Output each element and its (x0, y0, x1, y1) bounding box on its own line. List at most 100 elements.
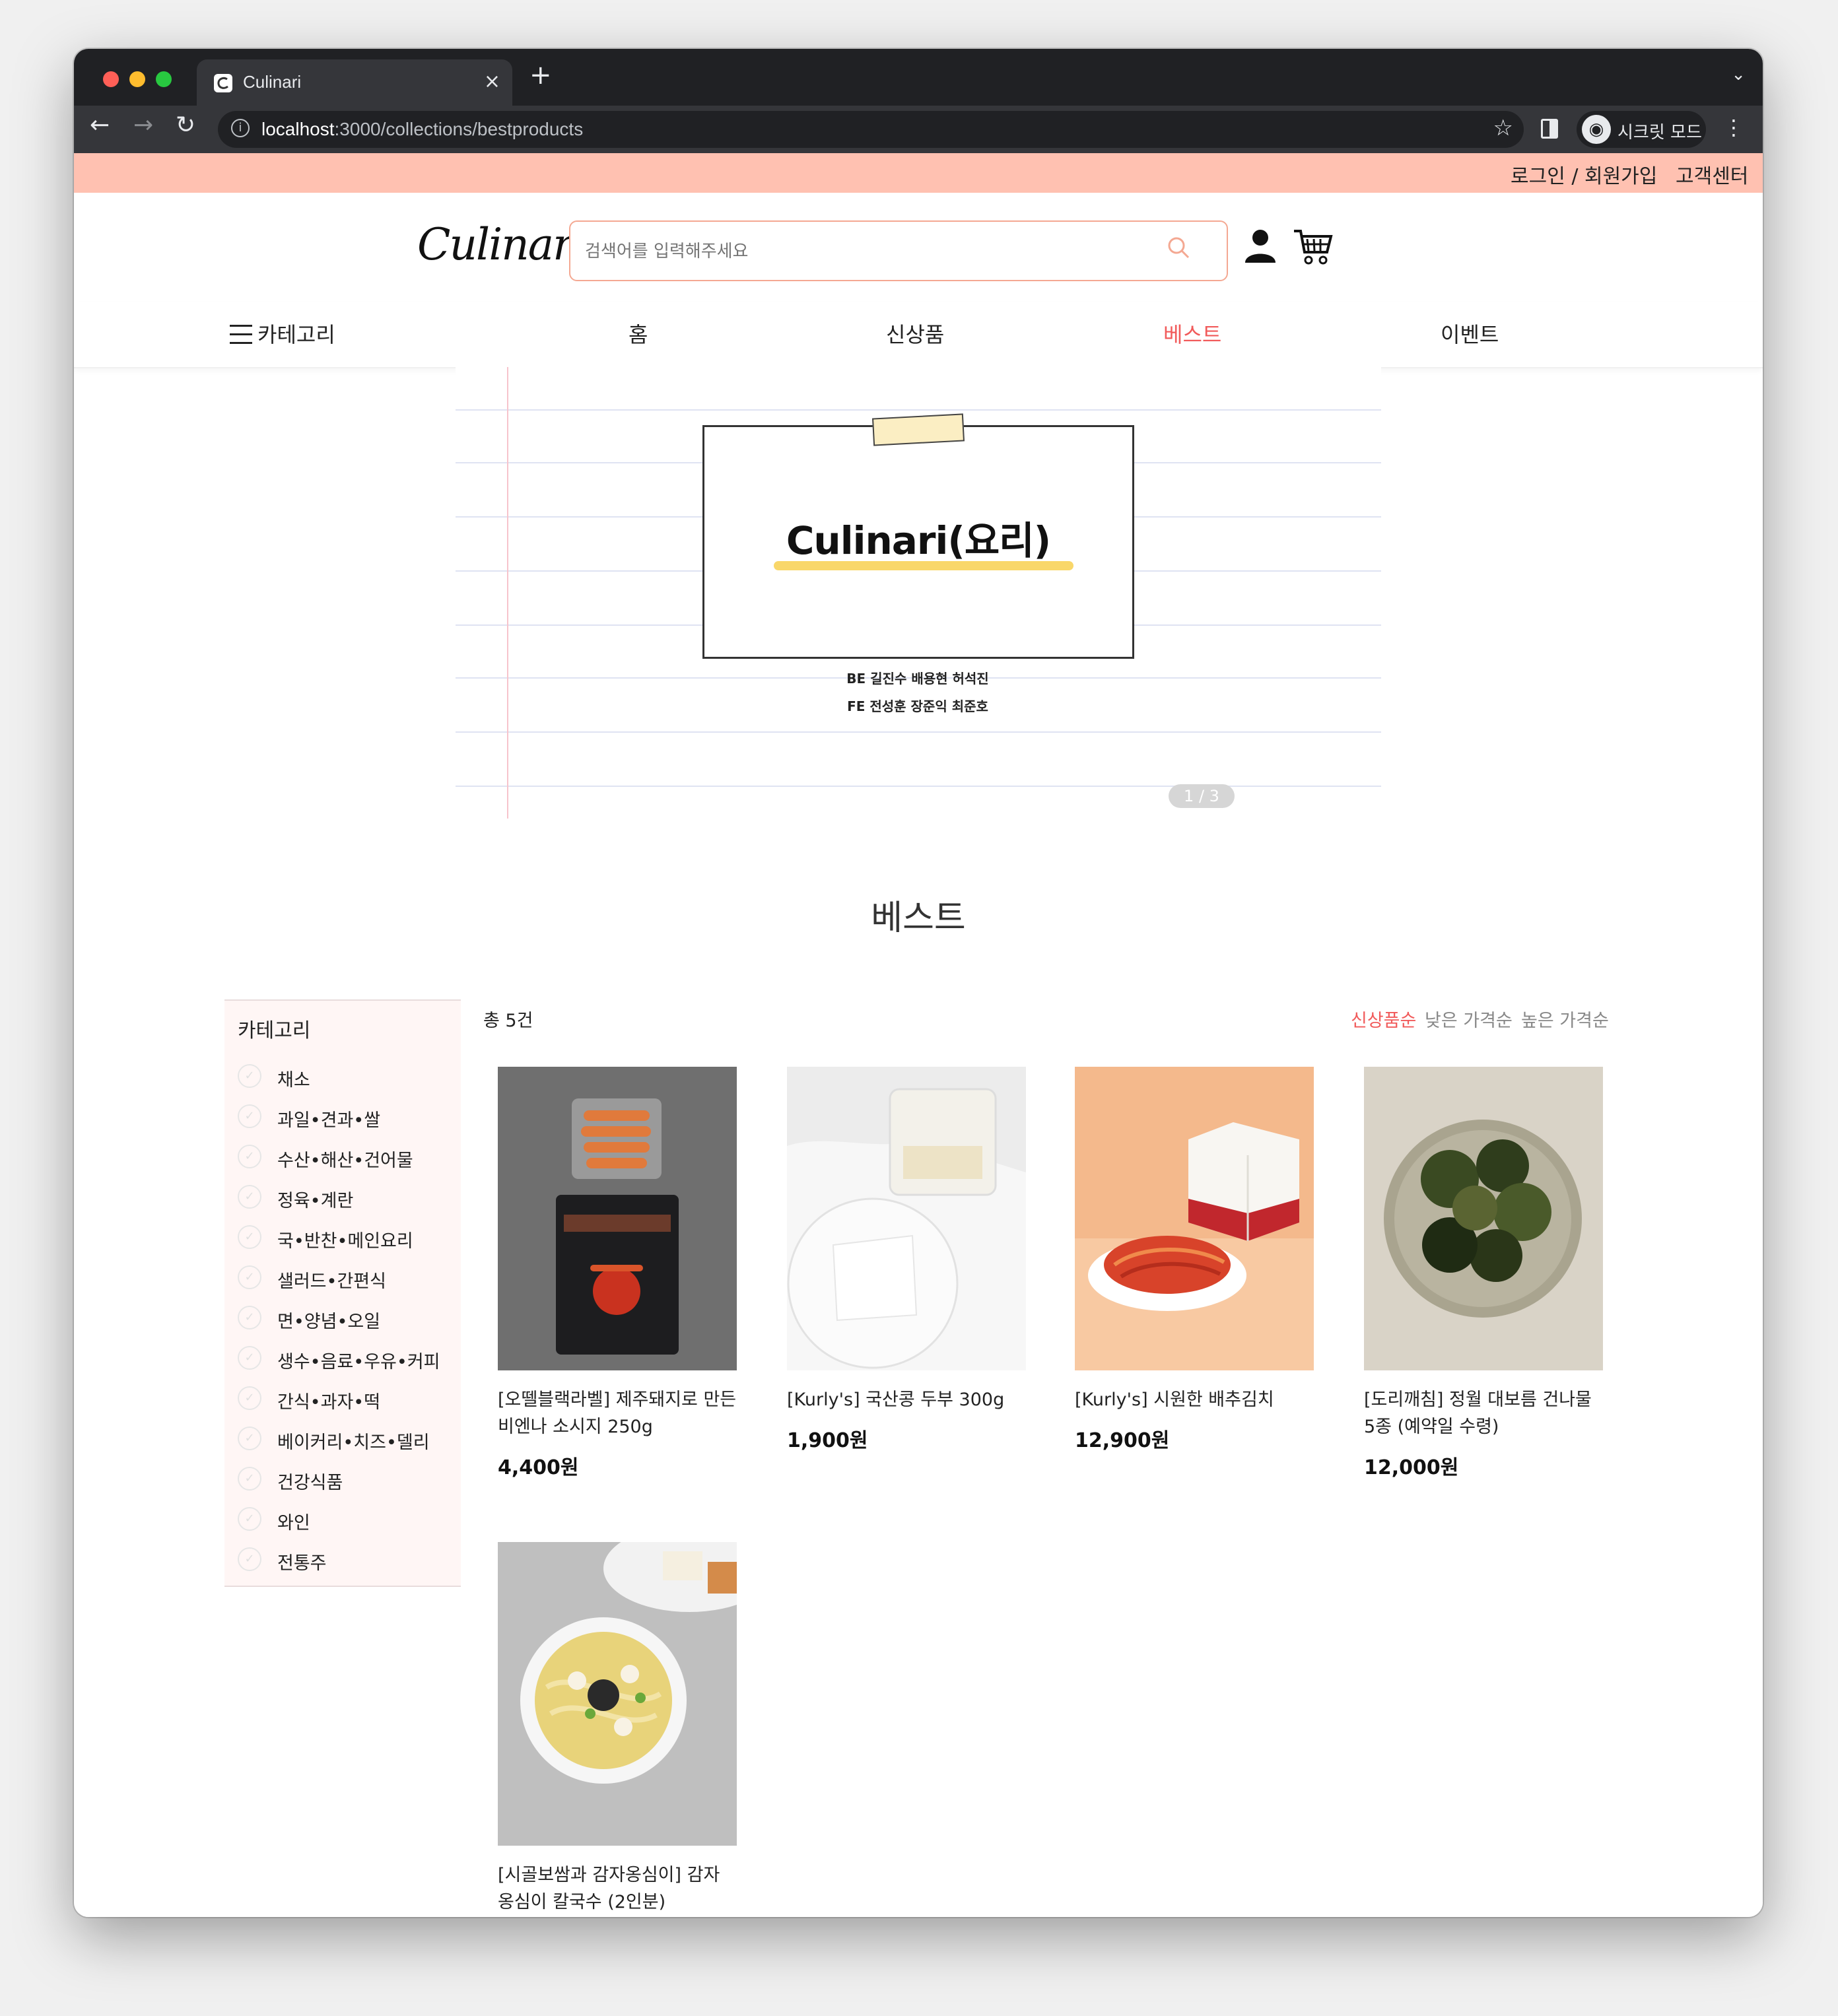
title-highlight (774, 561, 1073, 570)
slide-pager: 1 / 3 (1169, 784, 1235, 808)
product-price: 4,400원 (498, 1456, 579, 1479)
sort-high-price[interactable]: 높은 가격순 (1521, 1006, 1609, 1032)
section-title: 베스트 (871, 898, 966, 938)
product-image-tofu[interactable] (787, 1067, 1026, 1370)
product-price: 1,900원 (787, 1429, 868, 1452)
url-host: localhost (261, 119, 335, 139)
product-name[interactable]: [Kurly's] 시원한 배추김치 (1075, 1386, 1314, 1413)
url-text: localhost:3000/collections/bestproducts (261, 119, 583, 140)
sort-low-price[interactable]: 낮은 가격순 (1425, 1006, 1513, 1032)
banner-credits-be: BE 길진수 배용현 허석진 (846, 671, 989, 687)
incognito-label: 시크릿 모드 (1617, 123, 1702, 143)
filter-label: 면•양념•오일 (277, 1312, 381, 1332)
product-name[interactable]: [Kurly's] 국산콩 두부 300g (787, 1386, 1026, 1413)
login-signup-link[interactable]: 로그인 / 회원가입 (1511, 160, 1657, 189)
main-banner-slide[interactable]: Culinari(요리) BE 길진수 배용현 허석진 FE 전성훈 장준익 최… (456, 367, 1381, 819)
check-icon[interactable]: ✓ (238, 1507, 261, 1531)
check-icon[interactable]: ✓ (238, 1306, 261, 1329)
filter-label: 간식•과자•떡 (277, 1392, 381, 1413)
nav-best[interactable]: 베스트 (1163, 318, 1221, 349)
hamburger-icon[interactable] (230, 325, 252, 345)
bookmark-star-icon[interactable]: ☆ (1493, 115, 1513, 141)
back-icon[interactable]: ← (90, 114, 110, 137)
product-image-kimchi[interactable] (1075, 1067, 1314, 1370)
banner-title: Culinari(요리) (786, 518, 1051, 563)
filter-label: 와인 (277, 1513, 310, 1533)
filter-label: 정육•계란 (277, 1191, 354, 1211)
close-window-button[interactable] (103, 71, 119, 87)
nav-event[interactable]: 이벤트 (1441, 318, 1499, 349)
tab-close-icon[interactable]: × (484, 70, 500, 93)
filter-label: 전통주 (277, 1553, 327, 1574)
product-name[interactable]: [시골보쌈과 감자옹심이] 감자 옹심이 칼국수 (2인분) (498, 1862, 737, 1916)
filter-label: 건강식품 (277, 1473, 343, 1493)
search-icon[interactable] (1167, 236, 1190, 259)
product-image-kalguksu[interactable] (498, 1542, 737, 1846)
incognito-icon: ◉ (1582, 115, 1611, 144)
product-image-greens[interactable] (1364, 1067, 1603, 1370)
main-navigation: 카테고리 홈 신상품 베스트 이벤트 (74, 302, 1763, 368)
margin-line (507, 367, 508, 819)
favicon-icon (214, 74, 232, 92)
banner-credits-fe: FE 전성훈 장준익 최준호 (847, 698, 988, 714)
nav-new[interactable]: 신상품 (886, 318, 944, 349)
minimize-window-button[interactable] (129, 71, 145, 87)
check-icon[interactable]: ✓ (238, 1427, 261, 1450)
product-name[interactable]: [오뗄블랙라벨] 제주돼지로 만든 비엔나 소시지 250g (498, 1386, 737, 1440)
product-name[interactable]: [도리깨침] 정월 대보름 건나물 5종 (예약일 수령) (1364, 1386, 1603, 1440)
check-icon[interactable]: ✓ (238, 1185, 261, 1209)
browser-tab[interactable]: Culinari × (197, 59, 512, 106)
search-box[interactable] (569, 220, 1228, 281)
web-page: 로그인 / 회원가입 고객센터 Culinari 카테고리 (74, 153, 1763, 1917)
url-path: :3000/collections/bestproducts (334, 119, 584, 139)
browser-window: Culinari × + ⌄ ← → ↻ i localhost:3000/co… (74, 49, 1763, 1917)
top-utility-bar: 로그인 / 회원가입 고객센터 (74, 153, 1763, 193)
site-logo[interactable]: Culinari (417, 219, 586, 270)
new-tab-button[interactable]: + (529, 62, 552, 88)
category-filter: 카테고리 ✓ 채소 ✓ 과일•견과•쌀 ✓ 수산•해산•건어물 ✓ 정육•계란 ✓ 국•반… (224, 999, 461, 1587)
product-image-sausage[interactable] (498, 1067, 737, 1370)
check-icon[interactable]: ✓ (238, 1225, 261, 1249)
filter-label: 생수•음료•우유•커피 (277, 1352, 440, 1372)
product-price: 12,900원 (1075, 1429, 1170, 1452)
check-icon[interactable]: ✓ (238, 1547, 261, 1571)
filter-label: 수산•해산•건어물 (277, 1151, 413, 1171)
tab-search-icon[interactable]: ⌄ (1731, 65, 1746, 84)
check-icon[interactable]: ✓ (238, 1346, 261, 1370)
cart-icon[interactable] (1293, 226, 1334, 267)
nav-home[interactable]: 홈 (629, 318, 648, 349)
filter-label: 채소 (277, 1070, 310, 1091)
browser-menu-icon[interactable]: ⋮ (1723, 115, 1744, 140)
tab-bar: Culinari × + ⌄ (74, 49, 1763, 106)
ruled-line (456, 786, 1381, 787)
nav-category[interactable]: 카테고리 (257, 318, 335, 349)
browser-toolbar: ← → ↻ i localhost:3000/collections/bestp… (74, 106, 1763, 153)
check-icon[interactable]: ✓ (238, 1467, 261, 1491)
tab-title: Culinari (243, 72, 302, 92)
check-icon[interactable]: ✓ (238, 1386, 261, 1410)
customer-center-link[interactable]: 고객센터 (1676, 160, 1748, 189)
filter-label: 샐러드•간편식 (277, 1271, 386, 1292)
check-icon[interactable]: ✓ (238, 1064, 261, 1088)
reload-icon[interactable]: ↻ (176, 114, 195, 137)
user-icon[interactable] (1244, 228, 1277, 264)
tape-decoration (871, 413, 965, 446)
check-icon[interactable]: ✓ (238, 1104, 261, 1128)
ruled-line (456, 409, 1381, 411)
check-icon[interactable]: ✓ (238, 1265, 261, 1289)
incognito-badge[interactable]: ◉ 시크릿 모드 (1577, 111, 1706, 148)
forward-icon[interactable]: → (133, 114, 153, 137)
sort-newest[interactable]: 신상품순 (1351, 1006, 1416, 1032)
address-bar[interactable]: i localhost:3000/collections/bestproduct… (218, 111, 1524, 148)
side-panel-icon[interactable] (1541, 119, 1558, 139)
total-count: 총 5건 (483, 1011, 533, 1031)
site-info-icon[interactable]: i (231, 119, 250, 137)
product-price: 12,000원 (1364, 1456, 1459, 1479)
filter-label: 국•반찬•메인요리 (277, 1231, 413, 1252)
check-icon[interactable]: ✓ (238, 1145, 261, 1168)
filter-label: 과일•견과•쌀 (277, 1110, 381, 1131)
search-input[interactable] (584, 236, 1154, 267)
filter-label: 베이커리•치즈•델리 (277, 1432, 430, 1453)
filter-title: 카테고리 (238, 1019, 311, 1042)
zoom-window-button[interactable] (156, 71, 172, 87)
